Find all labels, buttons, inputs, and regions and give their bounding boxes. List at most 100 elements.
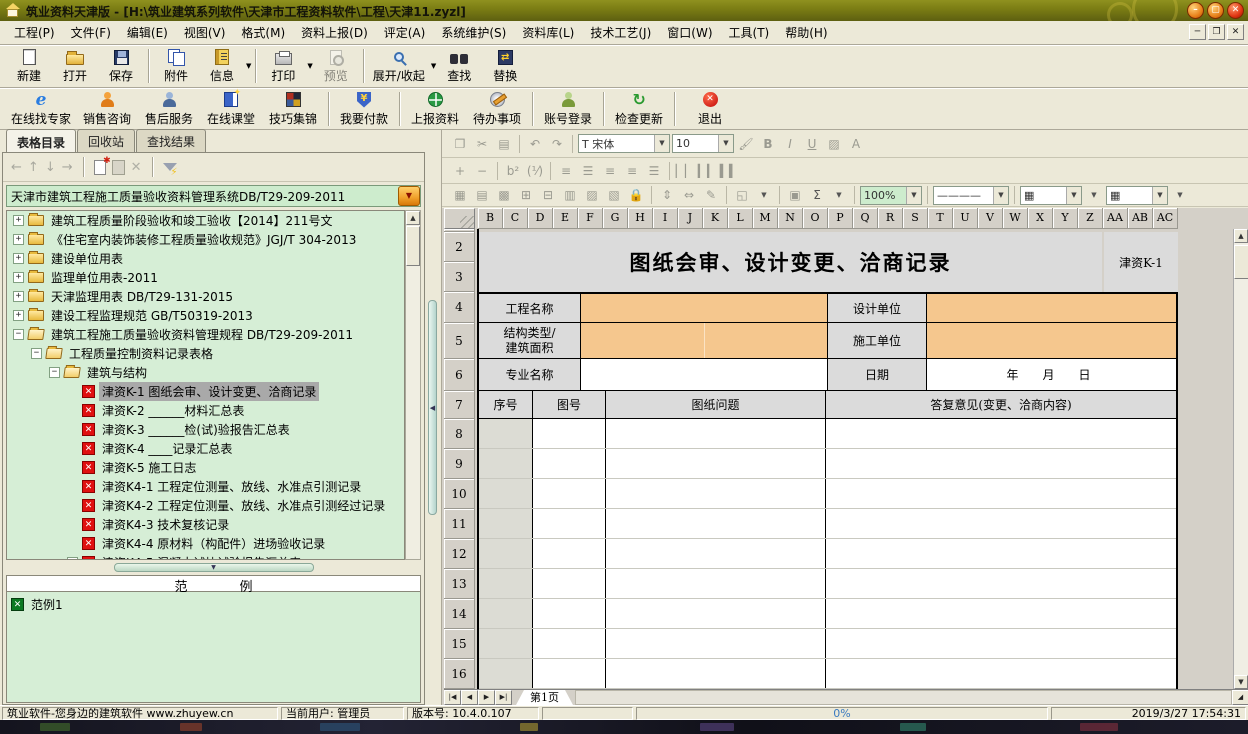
column-header-O[interactable]: O (803, 208, 828, 229)
align-center-icon[interactable]: ≡ (600, 162, 620, 180)
select-table-icon[interactable]: ◱ (732, 186, 752, 204)
row-header-13[interactable]: 13 (444, 569, 475, 599)
tree-expander-plus-icon[interactable]: + (13, 234, 24, 245)
mdi-restore-button[interactable]: ❐ (1208, 24, 1225, 40)
menu-item-j[interactable]: 技术工艺(J) (582, 21, 659, 44)
cell-drawing-no[interactable] (533, 509, 606, 538)
cell-reply[interactable] (826, 419, 1176, 448)
column-header-N[interactable]: N (778, 208, 803, 229)
tree-item[interactable]: ✕津资K-2 ______材料汇总表 (7, 401, 404, 420)
new-button[interactable]: 新建 (6, 47, 52, 85)
prev-page-icon[interactable]: ◀ (461, 690, 478, 705)
cell-drawing-no[interactable] (533, 539, 606, 568)
tree-expander-minus-icon[interactable]: − (67, 557, 78, 560)
superscript-icon[interactable]: b² (503, 162, 523, 180)
tree-item[interactable]: ✕津资K4-1 工程定位测量、放线、水准点引测记录 (7, 477, 404, 496)
combobox-dropdown-icon[interactable]: ▼ (718, 135, 733, 152)
cell-reply[interactable] (826, 479, 1176, 508)
row-header-4[interactable]: 4 (444, 292, 475, 323)
combobox-dropdown-icon[interactable]: ▼ (654, 135, 669, 152)
specialty-field[interactable] (581, 359, 828, 390)
expand-button[interactable]: 展开/收起 (368, 47, 430, 85)
cell-drawing-issue[interactable] (606, 449, 826, 478)
zoom-combo[interactable]: 100%▼ (860, 186, 922, 205)
vertical-splitter[interactable]: ◀ (425, 130, 441, 705)
cut-icon[interactable]: ✂ (472, 135, 492, 153)
vlines-2-icon[interactable]: ▎▎ (697, 162, 717, 180)
cell-reply[interactable] (826, 449, 1176, 478)
fill-cell-icon[interactable]: ▩ (494, 186, 514, 204)
tree-item[interactable]: ✕津资K-5 施工日志 (7, 458, 404, 477)
cell-drawing-no[interactable] (533, 659, 606, 688)
menu-item-d[interactable]: 资料上报(D) (293, 21, 376, 44)
scroll-up-icon[interactable]: ▲ (406, 211, 420, 225)
row-header-7[interactable]: 7 (444, 391, 475, 419)
cell-seq[interactable] (479, 659, 533, 688)
row-header-5[interactable]: 5 (444, 323, 475, 359)
menu-item-p[interactable]: 工程(P) (6, 21, 63, 44)
italic-icon[interactable]: I (780, 135, 800, 153)
menu-item-m[interactable]: 格式(M) (233, 21, 293, 44)
close-button[interactable]: ✕ (1227, 2, 1244, 19)
column-header-H[interactable]: H (628, 208, 653, 229)
column-header-T[interactable]: T (928, 208, 953, 229)
column-header-U[interactable]: U (953, 208, 978, 229)
vlines-1-icon[interactable]: ▏▏ (675, 162, 695, 180)
tree-item[interactable]: +监理单位用表-2011 (7, 268, 404, 287)
tree-item[interactable]: ✕津资K4-2 工程定位测量、放线、水准点引测经过记录 (7, 496, 404, 515)
tree-expander-plus-icon[interactable]: + (13, 253, 24, 264)
cell-seq[interactable] (479, 629, 533, 658)
arrow-up-icon[interactable]: ↑ (28, 160, 39, 175)
combobox-dropdown-icon[interactable]: ▼ (1066, 187, 1081, 204)
info-button[interactable]: 信息 (199, 47, 245, 85)
underline-icon[interactable]: U (802, 135, 822, 153)
mdi-minimize-button[interactable]: ─ (1189, 24, 1206, 40)
row-header-8[interactable]: 8 (444, 419, 475, 449)
combobox-dropdown-icon[interactable]: ▼ (398, 186, 420, 206)
cell-drawing-issue[interactable] (606, 539, 826, 568)
copy-icon[interactable]: ❐ (450, 135, 470, 153)
tree-item[interactable]: −工程质量控制资料记录表格 (7, 344, 404, 363)
exit-button[interactable]: ✕退出 (679, 90, 741, 128)
cell-seq[interactable] (479, 539, 533, 568)
combobox-dropdown-icon[interactable]: ▼ (993, 187, 1008, 204)
column-header-S[interactable]: S (903, 208, 928, 229)
delete-node-icon[interactable]: ✕ (131, 160, 142, 175)
tree-item[interactable]: +天津监理用表 DB/T29-131-2015 (7, 287, 404, 306)
cell-reply[interactable] (826, 539, 1176, 568)
structure-type-field[interactable] (581, 323, 828, 358)
dropdown-arrow-icon[interactable]: ▼ (246, 62, 251, 70)
scroll-up-icon[interactable]: ▲ (1234, 229, 1248, 243)
project-name-field[interactable] (581, 294, 828, 322)
resize-corner[interactable]: ◢ (1232, 690, 1248, 705)
cell-drawing-issue[interactable] (606, 599, 826, 628)
tree-expander-minus-icon[interactable]: − (31, 348, 42, 359)
cell-drawing-no[interactable] (533, 419, 606, 448)
cell-seq[interactable] (479, 509, 533, 538)
construction-unit-field[interactable] (927, 323, 1176, 358)
cell-drawing-no[interactable] (533, 629, 606, 658)
tree-item[interactable]: −建筑工程施工质量验收资料管理规程 DB/T29-209-2011 (7, 325, 404, 344)
horizontal-scrollbar[interactable] (575, 690, 1232, 705)
row-header-12[interactable]: 12 (444, 539, 475, 569)
todo-button[interactable]: 待办事项 (466, 90, 528, 128)
person-green-button[interactable]: 账号登录 (537, 90, 599, 128)
tree-item[interactable]: +建筑工程质量阶段验收和竣工验收【2014】211号文 (7, 211, 404, 230)
cell-seq[interactable] (479, 419, 533, 448)
column-header-V[interactable]: V (978, 208, 1003, 229)
menu-item-a[interactable]: 评定(A) (376, 21, 434, 44)
pay-button[interactable]: ¥我要付款 (333, 90, 395, 128)
insert-row-icon[interactable]: ⊞ (516, 186, 536, 204)
col-spacing-icon[interactable]: ⇔ (679, 186, 699, 204)
save-button[interactable]: 保存 (98, 47, 144, 85)
update-button[interactable]: ↻检查更新 (608, 90, 670, 128)
tree-item[interactable]: ✕津资K4-3 技术复核记录 (7, 515, 404, 534)
combobox-dropdown-icon[interactable]: ▼ (906, 187, 921, 204)
font-combo[interactable]: T 宋体▼ (578, 134, 670, 153)
dd-icon[interactable]: ▼ (754, 186, 774, 204)
row-header-9[interactable]: 9 (444, 449, 475, 479)
split-cells-icon[interactable]: ▤ (472, 186, 492, 204)
tree-item[interactable]: +《住宅室内装饰装修工程质量验收规范》JGJ/T 304-2013 (7, 230, 404, 249)
column-header-K[interactable]: K (703, 208, 728, 229)
cell-drawing-no[interactable] (533, 569, 606, 598)
